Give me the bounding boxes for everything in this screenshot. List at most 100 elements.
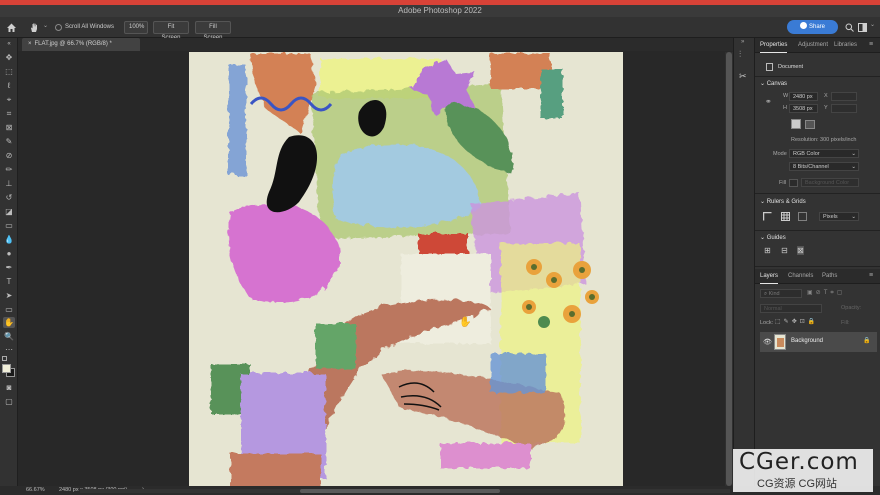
foreground-color-swatch[interactable] xyxy=(2,364,11,373)
lock-icons[interactable]: ⬚✎✥⊡🔒 xyxy=(775,318,818,325)
workspace-icon[interactable] xyxy=(858,23,867,32)
layer-filter-kind[interactable]: ⌕ Kind xyxy=(760,289,802,298)
zoom-level[interactable]: 66.67% xyxy=(26,487,45,493)
pen-tool-icon[interactable]: ✒ xyxy=(3,262,15,273)
guides-section-title[interactable]: ⌄ Guides xyxy=(760,234,786,241)
chevron-down-icon: ⌄ xyxy=(851,164,856,170)
ruler-icon[interactable] xyxy=(763,212,772,221)
shape-tool-icon[interactable]: ▭ xyxy=(3,304,15,315)
filter-icons[interactable]: ▣⊘T⌗▢ xyxy=(807,289,845,297)
gradient-tool-icon[interactable]: ▭ xyxy=(3,220,15,231)
vertical-scrollbar[interactable] xyxy=(725,52,733,486)
divider xyxy=(755,76,880,77)
layer-row-background[interactable]: 👁 Background 🔒 xyxy=(760,332,877,352)
document-tab-bar: × FLAT.jpg @ 66.7% (RGB/8) * xyxy=(18,38,733,51)
fit-screen-button[interactable]: Fit Screen xyxy=(153,21,189,41)
horizontal-scrollbar[interactable] xyxy=(80,489,730,493)
width-field[interactable]: 2480 px xyxy=(789,92,818,101)
new-guide-icon[interactable]: ⊠ xyxy=(797,246,804,255)
screen-mode-icon[interactable]: ▢ xyxy=(3,396,15,407)
grid-icon[interactable] xyxy=(781,212,790,221)
document-tab[interactable]: × FLAT.jpg @ 66.7% (RGB/8) * xyxy=(22,38,140,51)
collapse-toolbar-icon[interactable]: « xyxy=(3,39,15,50)
zoom-100-button[interactable]: 100% xyxy=(124,21,148,34)
document-tab-label: FLAT.jpg @ 66.7% (RGB/8) * xyxy=(34,41,112,47)
vertical-scroll-thumb[interactable] xyxy=(726,52,732,486)
brush-tool-icon[interactable]: ✏ xyxy=(3,164,15,175)
link-icon[interactable]: ⚭ xyxy=(765,97,772,106)
lock-label: Lock: xyxy=(760,320,774,326)
tab-layers[interactable]: Layers xyxy=(760,269,779,284)
tools-presets-icon[interactable]: ✂ xyxy=(739,71,747,82)
art-green-top-left xyxy=(314,322,354,367)
x-label: X xyxy=(824,93,828,99)
bit-depth-select[interactable]: 8 Bits/Channel ⌄ xyxy=(789,162,859,171)
mode-select[interactable]: RGB Color ⌄ xyxy=(789,149,859,158)
canvas-title: Canvas xyxy=(766,81,788,87)
tab-properties[interactable]: Properties xyxy=(760,38,788,53)
art-blue-bottom xyxy=(489,352,544,392)
lasso-tool-icon[interactable]: ℓ xyxy=(3,80,15,91)
hand-tool-icon[interactable]: ✋ xyxy=(3,317,15,328)
fill-label: Fill xyxy=(779,180,787,186)
eye-icon[interactable]: 👁 xyxy=(763,338,772,346)
properties-panel-icon[interactable]: ⫶ xyxy=(739,49,741,60)
window-title: Adobe Photoshop 2022 xyxy=(0,5,880,17)
collapse-panels-icon[interactable]: » xyxy=(741,39,744,45)
default-colors-icon[interactable] xyxy=(2,356,7,361)
history-brush-icon[interactable]: ↺ xyxy=(3,192,15,203)
guide-layout-icon[interactable]: ⊟ xyxy=(781,246,788,255)
home-icon[interactable] xyxy=(6,22,17,33)
tab-adjustment[interactable]: Adjustment xyxy=(798,38,828,53)
portrait-orientation-button[interactable] xyxy=(791,119,801,129)
eraser-tool-icon[interactable]: ◪ xyxy=(3,206,15,217)
blur-tool-icon[interactable]: 💧 xyxy=(3,234,15,245)
zoom-tool-icon[interactable]: 🔍 xyxy=(3,331,15,342)
mode-label: Mode xyxy=(773,151,787,157)
tools-panel: « ✥ ⬚ ℓ ⌖ ⌗ ⊠ ✎ ⊘ ✏ ⊥ ↺ ◪ ▭ 💧 ● ✒ T ➤ ▭ … xyxy=(0,38,18,486)
path-select-icon[interactable]: ➤ xyxy=(3,290,15,301)
panel-menu-icon[interactable]: ≡ xyxy=(869,41,873,48)
tab-channels[interactable]: Channels xyxy=(788,269,813,284)
healing-brush-icon[interactable]: ⊘ xyxy=(3,150,15,161)
quick-mask-icon[interactable]: ◙ xyxy=(3,382,15,393)
guide-align-icon[interactable]: ⊞ xyxy=(764,246,771,255)
clone-stamp-icon[interactable]: ⊥ xyxy=(3,178,15,189)
quick-select-tool-icon[interactable]: ⌖ xyxy=(3,94,15,105)
chevron-down-icon[interactable]: ⌄ xyxy=(43,22,48,29)
hand-cursor-icon: ✋ xyxy=(459,317,472,328)
document-icon xyxy=(766,63,773,71)
fill-swatch[interactable] xyxy=(789,179,798,187)
ruler-units-select[interactable]: Pixels ⌄ xyxy=(819,212,859,221)
dodge-tool-icon[interactable]: ● xyxy=(3,248,15,259)
eyedropper-tool-icon[interactable]: ✎ xyxy=(3,136,15,147)
landscape-orientation-button[interactable] xyxy=(805,120,815,129)
more-tools-icon[interactable]: ⋯ xyxy=(3,344,15,355)
fill-label: Fill: xyxy=(841,320,850,326)
hand-tool-icon[interactable] xyxy=(29,22,40,33)
panel-icon-strip: » ⫶ ✂ xyxy=(733,38,755,486)
horizontal-scroll-thumb[interactable] xyxy=(300,489,500,493)
crop-tool-icon[interactable]: ⌗ xyxy=(3,108,15,119)
search-icon[interactable] xyxy=(845,23,854,32)
properties-tabs: Properties Adjustment Libraries ≡ xyxy=(755,38,880,53)
marquee-tool-icon[interactable]: ⬚ xyxy=(3,66,15,77)
tab-libraries[interactable]: Libraries xyxy=(834,38,857,53)
share-icon xyxy=(799,22,807,29)
tab-paths[interactable]: Paths xyxy=(822,269,837,284)
fill-select: Background Color xyxy=(801,178,859,187)
height-field[interactable]: 3508 px xyxy=(789,104,818,113)
panel-menu-icon[interactable]: ≡ xyxy=(869,272,873,279)
type-tool-icon[interactable]: T xyxy=(3,276,15,287)
pixel-grid-icon[interactable] xyxy=(798,212,807,221)
share-button[interactable]: Share xyxy=(787,20,838,34)
rulers-grids-section-title[interactable]: ⌄ Rulers & Grids xyxy=(760,198,806,205)
frame-tool-icon[interactable]: ⊠ xyxy=(3,122,15,133)
fill-screen-button[interactable]: Fill Screen xyxy=(195,21,231,41)
canvas-section-title[interactable]: ⌄ Canvas xyxy=(760,80,787,87)
move-tool-icon[interactable]: ✥ xyxy=(3,52,15,63)
scroll-all-windows-checkbox[interactable] xyxy=(55,24,62,31)
document-canvas[interactable]: ✋ xyxy=(189,52,623,487)
chevron-down-icon[interactable]: ⌄ xyxy=(870,21,875,28)
close-icon[interactable]: × xyxy=(28,41,32,47)
